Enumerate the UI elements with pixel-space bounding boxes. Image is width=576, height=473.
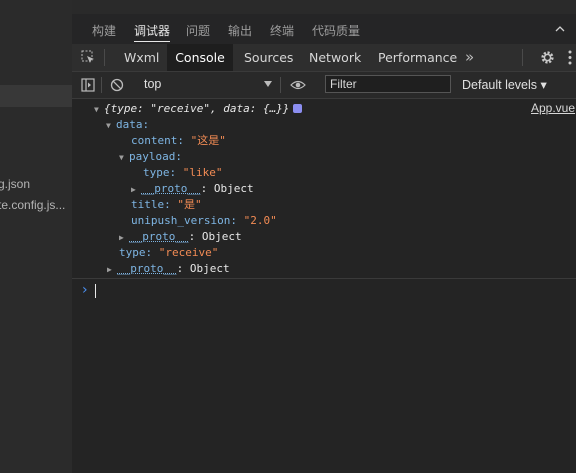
tree-row-type: type: "like" bbox=[143, 166, 223, 179]
kebab-menu-icon[interactable] bbox=[567, 50, 573, 65]
eye-icon[interactable] bbox=[290, 79, 306, 91]
tree-row-unipush: unipush_version: "2.0" bbox=[131, 214, 277, 227]
panel-tabs: 构建 调试器 问题 输出 终端 代码质量 bbox=[72, 14, 576, 45]
caret-down-icon[interactable] bbox=[264, 81, 272, 87]
tab-terminal[interactable]: 终端 bbox=[270, 22, 294, 39]
tab-network[interactable]: Network bbox=[309, 44, 361, 71]
tab-sources[interactable]: Sources bbox=[244, 44, 293, 71]
file-item-config[interactable]: te.config.js... bbox=[0, 198, 65, 212]
sidebar-toggle-icon[interactable] bbox=[81, 78, 95, 92]
file-item-json[interactable]: g.json bbox=[0, 177, 30, 191]
log-entry-header[interactable]: ▼ {type: "receive", data: {…}} bbox=[94, 101, 303, 117]
context-selector[interactable]: top bbox=[144, 77, 161, 91]
tab-wxml[interactable]: Wxml bbox=[124, 44, 159, 71]
divider bbox=[104, 49, 105, 66]
tab-output[interactable]: 输出 bbox=[228, 22, 252, 39]
selected-row[interactable] bbox=[0, 85, 72, 107]
filter-input[interactable]: Filter bbox=[325, 75, 451, 93]
tree-row-proto-data[interactable]: ▶ __proto__: Object bbox=[119, 229, 242, 245]
tree-row-type-root: type: "receive" bbox=[119, 246, 219, 259]
tab-code-quality[interactable]: 代码质量 bbox=[312, 22, 360, 39]
tree-row-data[interactable]: ▼ data: bbox=[106, 117, 149, 133]
log-levels-dropdown[interactable]: Default levels ▾ bbox=[462, 77, 547, 92]
tree-row-title: title: "是" bbox=[131, 198, 202, 211]
clear-console-icon[interactable] bbox=[110, 78, 124, 92]
inspect-element-icon[interactable] bbox=[81, 50, 95, 64]
chevron-up-icon[interactable] bbox=[554, 23, 566, 35]
divider bbox=[72, 278, 576, 279]
devtools-tabs: Wxml Console Sources Network Performance… bbox=[72, 44, 576, 72]
more-tabs-icon[interactable]: » bbox=[465, 44, 474, 71]
divider bbox=[101, 77, 102, 93]
divider bbox=[280, 77, 281, 93]
tree-row-content: content: "这是" bbox=[131, 134, 226, 147]
tree-row-payload[interactable]: ▼ payload: bbox=[119, 149, 182, 165]
tab-debugger[interactable]: 调试器 bbox=[134, 22, 171, 42]
devtools-panel: 构建 调试器 问题 输出 终端 代码质量 Wxml Console Source… bbox=[72, 0, 576, 473]
tree-row-proto-root[interactable]: ▶ __proto__: Object bbox=[107, 261, 230, 277]
divider bbox=[522, 49, 523, 66]
info-badge-icon bbox=[293, 104, 303, 113]
top-strip bbox=[72, 0, 576, 14]
gear-icon[interactable] bbox=[540, 50, 555, 65]
log-header-text: {type: "receive", data: {…}} bbox=[104, 102, 290, 115]
console-input[interactable] bbox=[95, 284, 96, 298]
tab-problems[interactable]: 问题 bbox=[186, 22, 210, 39]
prompt-chevron-icon: › bbox=[82, 282, 88, 298]
tab-console[interactable]: Console bbox=[167, 44, 233, 71]
tree-row-proto-payload[interactable]: ▶ __proto__: Object bbox=[131, 181, 254, 197]
tab-performance[interactable]: Performance bbox=[378, 44, 457, 71]
explorer-panel: g.json te.config.js... bbox=[0, 0, 72, 473]
tab-build[interactable]: 构建 bbox=[92, 22, 116, 39]
console-toolbar: top Filter Default levels ▾ bbox=[72, 72, 576, 99]
source-link[interactable]: App.vue bbox=[531, 101, 575, 115]
